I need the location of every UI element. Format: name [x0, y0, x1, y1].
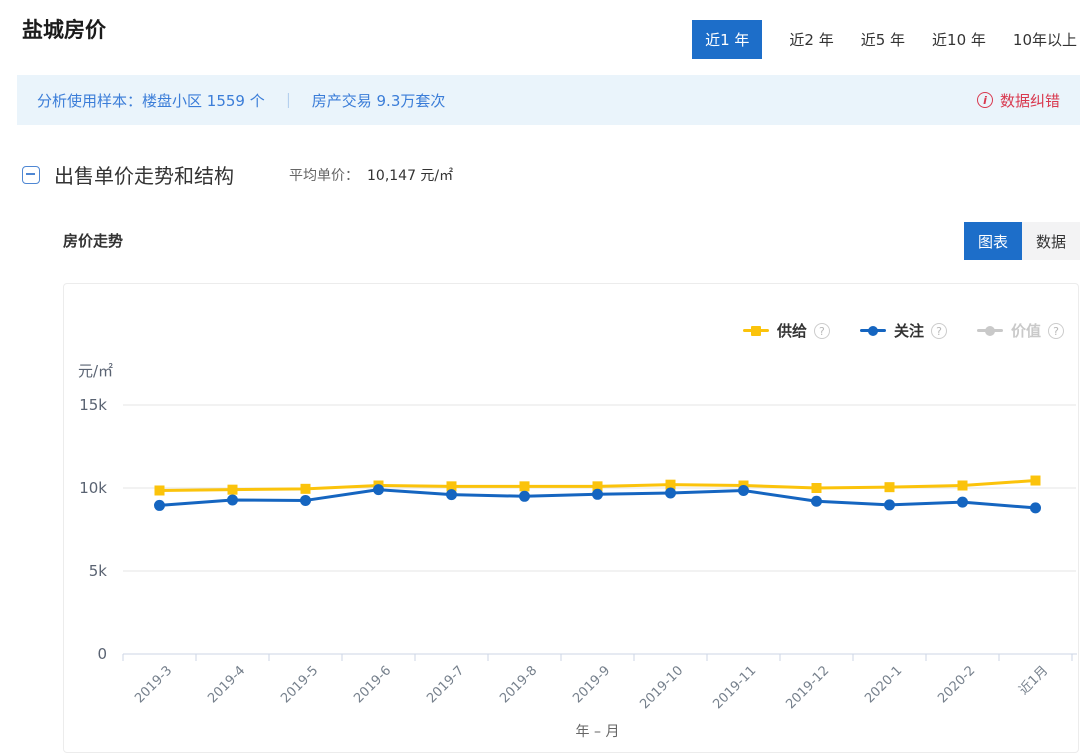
svg-text:近1月: 近1月 [1016, 663, 1051, 698]
collapse-minus-icon[interactable] [22, 166, 40, 184]
legend-attention[interactable]: 关注 [860, 320, 947, 341]
chart-card-header: 房价走势 图表 数据 [63, 222, 1080, 260]
price-trend-chart: 15k 10k 5k 0 元/㎡ 2019-3 2019-4 2019-5 2019-6 2019… [64, 284, 1078, 752]
value-line-marker-icon [977, 325, 1003, 336]
svg-text:5k: 5k [89, 562, 108, 580]
toggle-chart-button[interactable]: 图表 [964, 222, 1022, 260]
chart-subtitle: 房价走势 [63, 230, 123, 251]
help-question-icon[interactable] [814, 323, 830, 339]
svg-text:2020-1: 2020-1 [862, 663, 905, 706]
sample-label: 分析使用样本： [37, 90, 142, 111]
tab-1-year[interactable]: 近1 年 [692, 20, 762, 59]
svg-text:年 – 月: 年 – 月 [576, 724, 620, 740]
sample-count-transactions: 房产交易 9.3万套次 [312, 90, 446, 111]
supply-line-marker-icon [743, 325, 769, 336]
svg-text:2019-4: 2019-4 [205, 663, 248, 706]
svg-text:2019-9: 2019-9 [570, 663, 613, 706]
svg-text:2019-3: 2019-3 [132, 663, 175, 706]
svg-text:10k: 10k [79, 479, 107, 497]
average-price-label: 平均单价： [289, 168, 359, 184]
legend-attention-label: 关注 [894, 320, 924, 341]
page: 盐城房价 近1 年 近2 年 近5 年 近10 年 10年以上 分析使用样本： … [0, 0, 1080, 753]
section-title: 出售单价走势和结构 [54, 160, 234, 189]
svg-text:15k: 15k [79, 396, 107, 414]
help-question-icon[interactable] [1048, 323, 1064, 339]
svg-text:2019-5: 2019-5 [278, 663, 321, 706]
svg-text:0: 0 [97, 645, 107, 663]
chart-legend: 供给 关注 价值 [743, 320, 1064, 341]
divider: ｜ [281, 90, 296, 111]
sample-info-bar: 分析使用样本： 楼盘小区 1559 个 ｜ 房产交易 9.3万套次 数据纠错 [17, 75, 1080, 125]
svg-text:2020-2: 2020-2 [935, 663, 978, 706]
tab-2-years[interactable]: 近2 年 [789, 29, 833, 50]
price-trend-panel: 15k 10k 5k 0 元/㎡ 2019-3 2019-4 2019-5 2019-6 2019… [63, 283, 1079, 753]
legend-value[interactable]: 价值 [977, 320, 1064, 341]
svg-text:元/㎡: 元/㎡ [78, 362, 113, 380]
legend-supply-label: 供给 [777, 320, 807, 341]
time-range-tabs: 近1 年 近2 年 近5 年 近10 年 10年以上 [692, 21, 1080, 58]
toggle-data-button[interactable]: 数据 [1022, 222, 1080, 260]
svg-text:2019-11: 2019-11 [710, 663, 759, 712]
svg-text:2019-8: 2019-8 [497, 663, 540, 706]
chart-view-toggle: 图表 数据 [964, 222, 1080, 260]
svg-text:2019-6: 2019-6 [351, 663, 394, 706]
tab-over-10-years[interactable]: 10年以上 [1013, 29, 1077, 50]
average-price-value: 10,147 元/㎡ [367, 168, 453, 184]
svg-text:2019-7: 2019-7 [424, 663, 467, 706]
attention-line-marker-icon [860, 325, 886, 336]
legend-value-label: 价值 [1011, 320, 1041, 341]
data-correction-label: 数据纠错 [1000, 90, 1060, 111]
section-header: 出售单价走势和结构 平均单价： 10,147 元/㎡ [22, 160, 453, 189]
svg-text:2019-12: 2019-12 [783, 663, 832, 712]
page-title: 盐城房价 [22, 14, 106, 44]
average-price: 平均单价： 10,147 元/㎡ [289, 165, 453, 185]
tab-10-years[interactable]: 近10 年 [932, 29, 986, 50]
data-correction-link[interactable]: 数据纠错 [977, 90, 1060, 111]
tab-5-years[interactable]: 近5 年 [861, 29, 905, 50]
svg-text:2019-10: 2019-10 [637, 663, 686, 712]
legend-supply[interactable]: 供给 [743, 320, 830, 341]
help-question-icon[interactable] [931, 323, 947, 339]
sample-count-communities: 楼盘小区 1559 个 [142, 90, 265, 111]
info-circle-icon [977, 92, 993, 108]
